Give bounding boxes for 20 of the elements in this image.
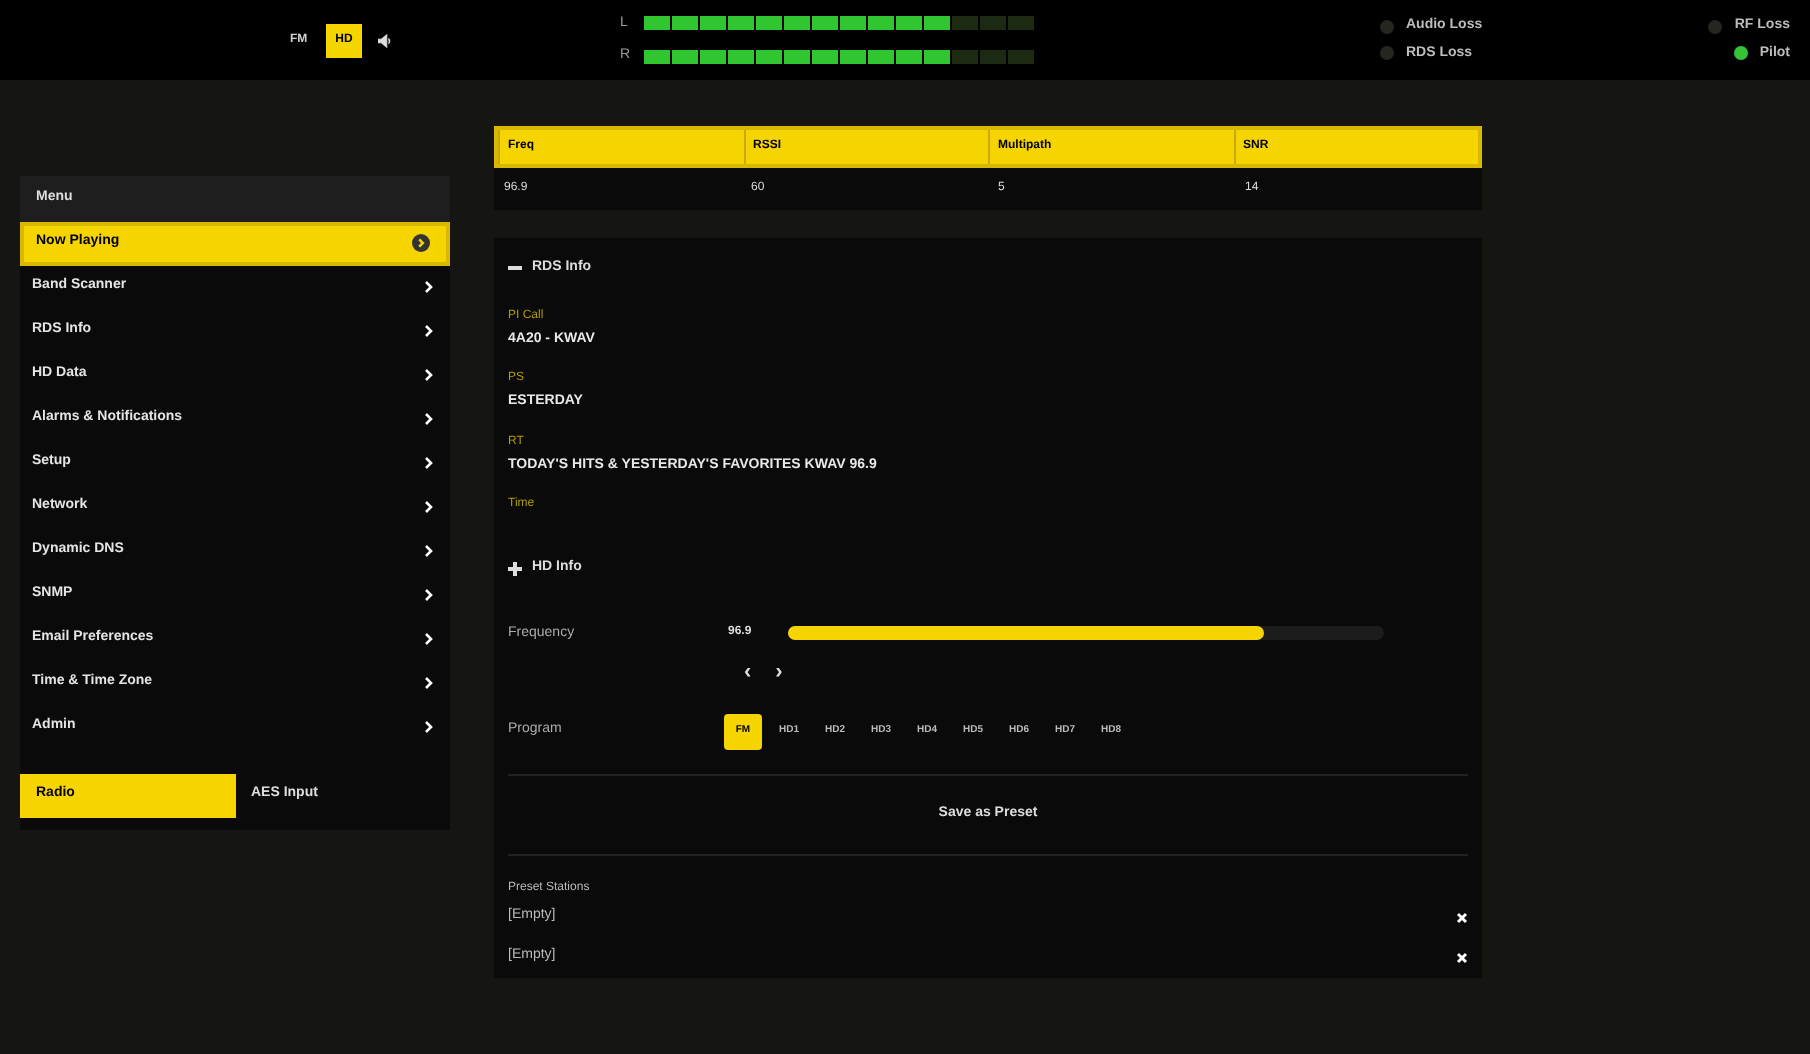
chevron-icon <box>424 280 434 294</box>
close-icon[interactable] <box>1456 911 1468 923</box>
chevron-icon <box>424 456 434 470</box>
close-icon[interactable] <box>1456 951 1468 963</box>
frequency-slider[interactable] <box>788 626 1384 641</box>
chevron-icon <box>424 588 434 602</box>
speaker-icon[interactable] <box>378 33 393 47</box>
previous-button[interactable]: ‹ <box>744 656 752 689</box>
chevron-icon <box>424 412 434 426</box>
chevron-icon <box>424 324 434 338</box>
chevron-icon <box>424 368 434 382</box>
chevron-icon <box>424 544 434 558</box>
minus-icon <box>508 266 522 271</box>
chevron-icon <box>424 500 434 514</box>
plus-icon <box>508 561 522 576</box>
next-button[interactable]: › <box>775 656 783 689</box>
chevron-icon <box>424 720 434 734</box>
chevron-icon <box>424 676 434 690</box>
chevron-icon <box>424 632 434 646</box>
chevron-circle-icon <box>412 234 430 252</box>
